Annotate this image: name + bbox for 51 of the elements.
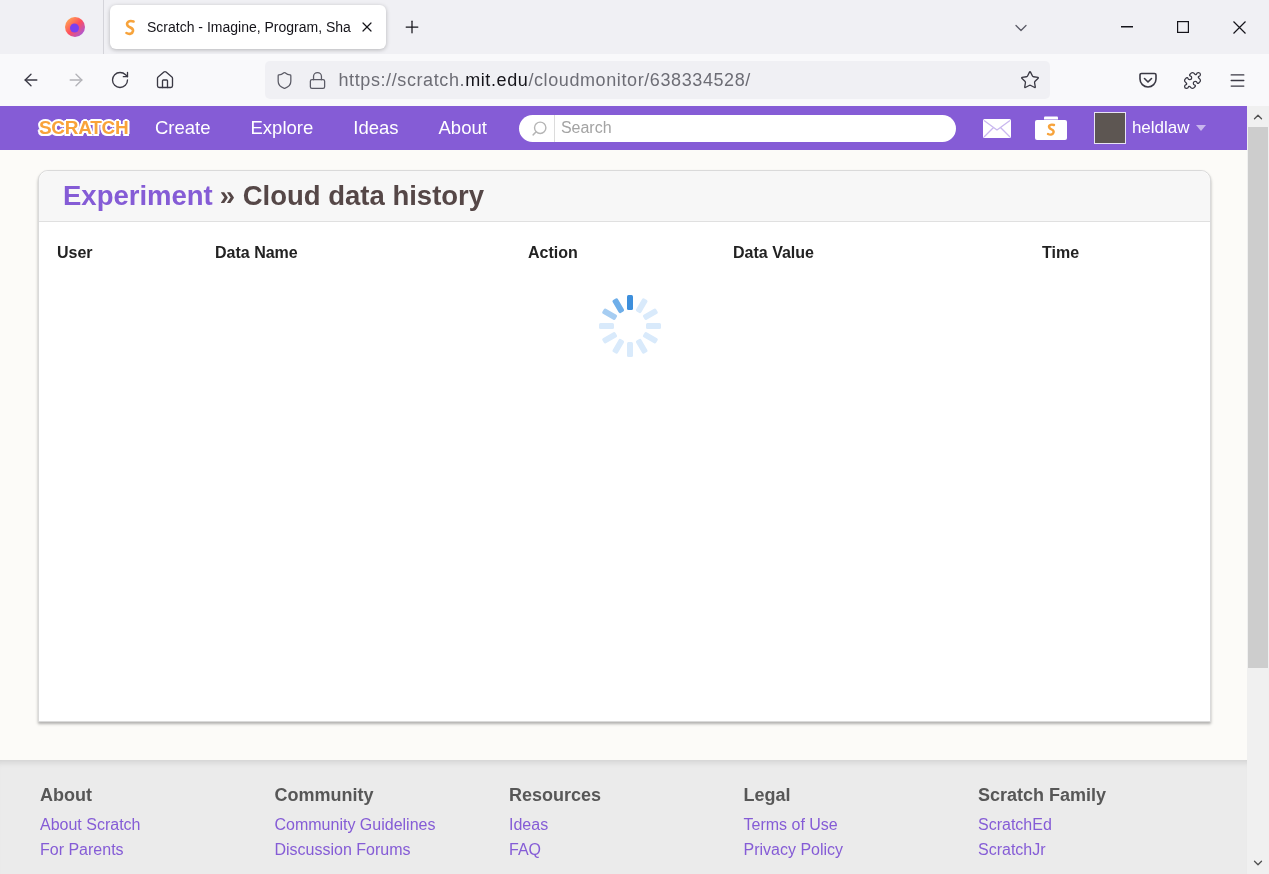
- column-header: User: [57, 244, 93, 261]
- footer-link[interactable]: Community Guidelines: [274, 812, 436, 837]
- footer-link[interactable]: For Parents: [40, 837, 124, 862]
- tab-title: Scratch - Imagine, Program, Sha: [147, 17, 351, 37]
- footer-heading: Resources: [509, 784, 603, 806]
- nav-link[interactable]: Ideas: [353, 116, 399, 140]
- footer-link[interactable]: FAQ: [509, 837, 541, 862]
- minimize-icon: [1121, 26, 1133, 28]
- browser-logo-icon[interactable]: [65, 17, 85, 37]
- footer-link[interactable]: Ideas: [509, 812, 549, 837]
- user-menu[interactable]: heldlaw: [1093, 112, 1206, 144]
- puzzle-icon: [1183, 70, 1202, 90]
- page-title: » Cloud data history: [219, 179, 485, 213]
- footer-heading: About: [40, 784, 93, 806]
- column-header: Action: [528, 244, 578, 261]
- scrollbar[interactable]: [1247, 106, 1269, 874]
- column-header: Data Name: [215, 244, 298, 261]
- nav-link[interactable]: Create: [155, 116, 211, 140]
- avatar-placeholder: [1093, 112, 1126, 144]
- close-icon: [1232, 20, 1246, 34]
- nav-link[interactable]: About: [438, 116, 487, 140]
- scratch-logo[interactable]: SCRATCH: [39, 115, 129, 141]
- scrollbar-thumb[interactable]: [1248, 127, 1268, 668]
- bookmark-star-icon[interactable]: [1019, 70, 1040, 90]
- reload-icon: [110, 70, 130, 90]
- address-bar[interactable]: https://scratch.mit.edu/cloudmonitor/638334528/: [264, 61, 1050, 99]
- footer-heading: Legal: [743, 784, 792, 806]
- footer-link[interactable]: ScratchEd: [978, 812, 1052, 837]
- footer-heading: Community: [274, 784, 375, 806]
- lock-icon[interactable]: [307, 70, 327, 90]
- folder-icon[interactable]: [1034, 116, 1067, 140]
- footer-link[interactable]: ScratchJr: [978, 837, 1046, 862]
- footer-link[interactable]: Privacy Policy: [743, 837, 844, 862]
- search-field[interactable]: Search: [518, 114, 956, 142]
- url-text: https://scratch.mit.edu/cloudmonitor/638334528/: [338, 68, 751, 92]
- project-link[interactable]: Experiment: [63, 179, 213, 213]
- home-icon: [154, 70, 175, 90]
- column-header: Data Value: [733, 244, 814, 261]
- footer-heading: Scratch Family: [978, 784, 1108, 806]
- footer-link[interactable]: About Scratch: [40, 812, 141, 837]
- site-favicon-icon: [124, 18, 136, 36]
- envelope-icon[interactable]: [982, 118, 1011, 138]
- chevron-shield-icon: [1138, 71, 1157, 89]
- browser-tab[interactable]: Scratch - Imagine, Program, Sha: [110, 5, 386, 49]
- search-icon: [530, 119, 548, 137]
- caret-icon: [1195, 125, 1206, 131]
- column-header: Time: [1042, 244, 1080, 261]
- maximize-icon: [1177, 21, 1189, 33]
- footer-link[interactable]: Discussion Forums: [274, 837, 411, 862]
- nav-link[interactable]: Explore: [250, 116, 314, 140]
- footer-link[interactable]: Terms of Use: [743, 812, 838, 837]
